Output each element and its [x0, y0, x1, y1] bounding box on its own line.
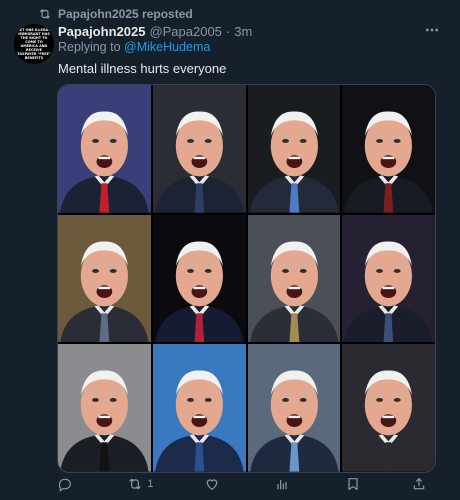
media-photo[interactable] [342, 85, 435, 213]
views-chart-icon [277, 480, 287, 490]
media-photo[interactable] [247, 344, 341, 472]
post-header: Papajohn2025 @Papa2005 · 3m [58, 22, 430, 40]
post-text: Mental illness hurts everyone [58, 61, 227, 76]
share-icon [413, 477, 425, 490]
action-bar: 1 [57, 474, 427, 494]
reply-button[interactable] [57, 476, 77, 492]
views-button[interactable] [274, 476, 294, 492]
reply-mention-link[interactable]: @MikeHudema [124, 40, 210, 54]
media-photo[interactable] [58, 344, 151, 472]
media-photo[interactable] [58, 85, 151, 213]
replying-to: Replying to @MikeHudema [58, 40, 210, 54]
media-photo[interactable] [152, 214, 246, 343]
author-name[interactable]: Papajohn2025 [58, 24, 145, 39]
repost-button[interactable]: 1 [127, 476, 154, 492]
media-photo[interactable] [342, 344, 435, 472]
avatar[interactable]: LET ONE ILLEGAL IMMIGRANT HAS THE RIGHT … [14, 24, 54, 64]
media-grid[interactable] [57, 84, 436, 473]
reply-icon [58, 478, 71, 492]
avatar-caption: LET ONE ILLEGAL IMMIGRANT HAS THE RIGHT … [17, 28, 51, 60]
like-button[interactable] [204, 476, 224, 492]
repost-icon [39, 9, 51, 19]
separator-dot: · [225, 23, 231, 39]
repost-action-icon [129, 478, 142, 490]
more-options-icon[interactable] [422, 22, 442, 40]
repost-text: Papajohn2025 reposted [58, 7, 193, 21]
media-photo[interactable] [152, 85, 246, 213]
repost-count: 1 [147, 478, 154, 490]
repost-indicator[interactable]: Papajohn2025 reposted [38, 6, 193, 22]
media-photo[interactable] [152, 344, 246, 472]
share-button[interactable] [411, 476, 427, 492]
heart-icon [206, 479, 218, 491]
reply-prefix: Replying to [58, 40, 125, 54]
post-time[interactable]: 3m [234, 24, 252, 39]
media-photo[interactable] [342, 214, 435, 343]
bookmark-icon [348, 478, 358, 491]
bookmark-button[interactable] [345, 476, 361, 492]
media-photo[interactable] [247, 214, 341, 343]
author-handle[interactable]: @Papa2005 [149, 24, 221, 39]
media-photo[interactable] [58, 214, 151, 343]
media-photo[interactable] [247, 85, 341, 213]
